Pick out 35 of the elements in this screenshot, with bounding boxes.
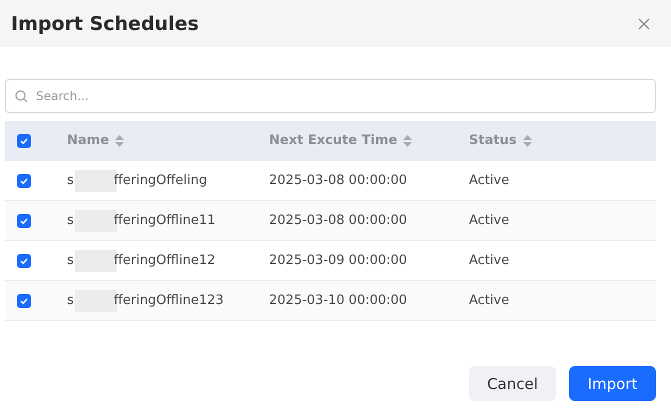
table-cell-text: 2025-03-10 00:00:00 [269, 293, 408, 308]
column-header[interactable]: Name [67, 133, 110, 148]
table-cell-text: 2025-03-08 00:00:00 [269, 173, 408, 188]
check-icon [19, 296, 29, 306]
table-cell-text: 2025-03-09 00:00:00 [269, 253, 408, 268]
name-text: fferingOffline123 [114, 293, 224, 308]
check-icon [19, 216, 29, 226]
table-cell-text: Active [469, 213, 510, 228]
name-text: fferingOffline12 [114, 253, 216, 268]
name-text: s [67, 253, 74, 268]
table-cell-text: Active [469, 293, 510, 308]
name-text: fferingOffeling [114, 173, 208, 188]
row-checkbox[interactable] [17, 294, 31, 308]
table-cell-text: Active [469, 173, 510, 188]
search-field[interactable]: Search... [5, 79, 656, 113]
row-checkbox[interactable] [17, 254, 31, 268]
search-icon [15, 90, 28, 103]
dialog-title: Import Schedules [11, 12, 199, 34]
name-text: s [67, 173, 74, 188]
column-header[interactable]: Status [469, 133, 517, 148]
check-icon [19, 256, 29, 266]
table-cell-text: Active [469, 253, 510, 268]
select-all-checkbox[interactable] [17, 134, 31, 148]
check-icon [19, 176, 29, 186]
cancel-button[interactable]: Cancel [469, 366, 556, 401]
name-text: fferingOffline11 [114, 213, 216, 228]
row-checkbox[interactable] [17, 174, 31, 188]
table-cell-text: 2025-03-08 00:00:00 [269, 213, 408, 228]
name-text: s [67, 293, 74, 308]
import-button[interactable]: Import [569, 366, 656, 401]
column-header[interactable]: Next Excute Time [269, 133, 398, 148]
name-text: s [67, 213, 74, 228]
row-checkbox[interactable] [17, 214, 31, 228]
close-button[interactable] [637, 16, 651, 30]
check-icon [19, 136, 29, 146]
